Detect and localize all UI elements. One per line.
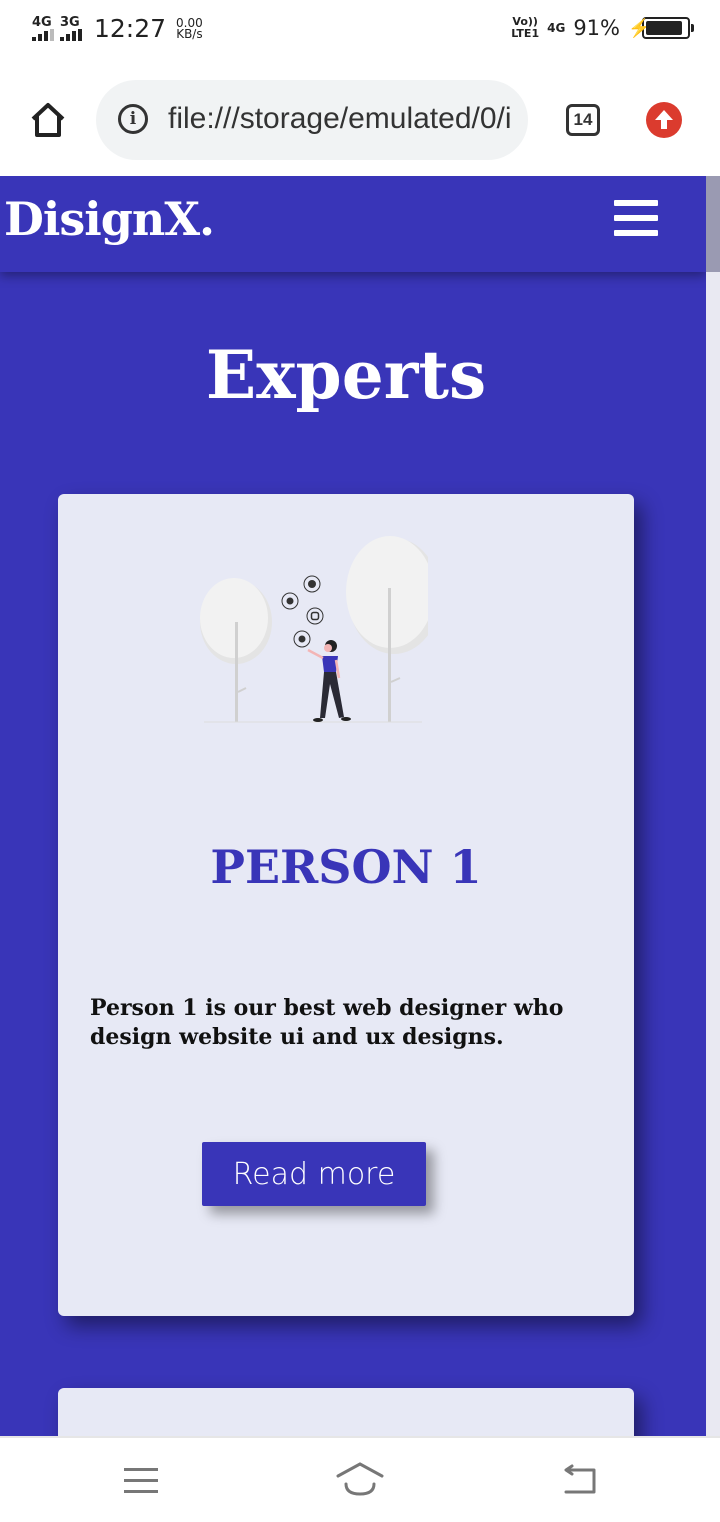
clock: 12:27	[94, 14, 167, 43]
site-logo[interactable]: DisignX.	[4, 192, 215, 246]
sim2-network-type: 3G	[60, 15, 80, 30]
home-button[interactable]	[28, 100, 68, 140]
card-description: Person 1 is our best web designer who de…	[90, 995, 564, 1050]
status-right: Vo)) LTE1 4G 91% ⚡	[511, 16, 694, 40]
home-icon	[31, 103, 65, 137]
browser-toolbar: i file:///storage/emulated/0/index.html …	[0, 66, 720, 176]
status-bar: 4G 3G 12:27 0.00 KB/s Vo)) LTE1 4G 91% ⚡	[0, 0, 720, 66]
system-nav-bar	[0, 1436, 720, 1522]
sim1-network-type: 4G	[32, 15, 52, 30]
battery-fill	[646, 21, 682, 35]
expert-card: PERSON 1 Person 1 is our best web design…	[58, 494, 634, 1316]
sim2-signal: 3G	[60, 16, 82, 41]
data-network-type: 4G	[547, 21, 566, 35]
arrow-up-icon	[655, 110, 673, 129]
signal-bars-icon	[60, 29, 82, 41]
system-home-icon[interactable]	[336, 1462, 384, 1498]
read-more-button[interactable]: Read more	[202, 1142, 426, 1206]
back-icon[interactable]	[560, 1464, 598, 1496]
speed-unit: KB/s	[176, 26, 203, 41]
update-button[interactable]	[646, 102, 682, 138]
info-icon[interactable]: i	[118, 104, 148, 134]
battery-percent: 91%	[573, 16, 620, 40]
scrollbar-thumb[interactable]	[706, 176, 720, 272]
social-media-illustration	[200, 536, 428, 723]
sim1-signal: 4G	[32, 16, 54, 41]
section-title: Experts	[205, 336, 487, 414]
battery-icon: ⚡	[628, 17, 694, 39]
url-text[interactable]: file:///storage/emulated/0/index.html	[168, 102, 513, 136]
volte-indicator: Vo)) LTE1	[511, 16, 539, 40]
scrollbar[interactable]	[706, 176, 720, 1436]
tab-switcher-button[interactable]: 14	[566, 104, 600, 136]
expert-card	[58, 1388, 634, 1436]
address-bar[interactable]: i file:///storage/emulated/0/index.html	[96, 80, 528, 160]
recent-apps-icon[interactable]	[124, 1468, 158, 1494]
card-title: PERSON 1	[210, 840, 482, 894]
lte-label: LTE1	[511, 27, 540, 40]
status-left: 4G 3G 12:27 0.00 KB/s	[32, 14, 203, 43]
network-speed: 0.00 KB/s	[176, 17, 203, 41]
signal-bars-icon	[32, 29, 54, 41]
web-page: DisignX. Experts PERSON 1 Person 1 is ou…	[0, 176, 706, 1436]
site-navbar: DisignX.	[0, 176, 706, 272]
hamburger-menu-icon[interactable]	[614, 200, 658, 240]
